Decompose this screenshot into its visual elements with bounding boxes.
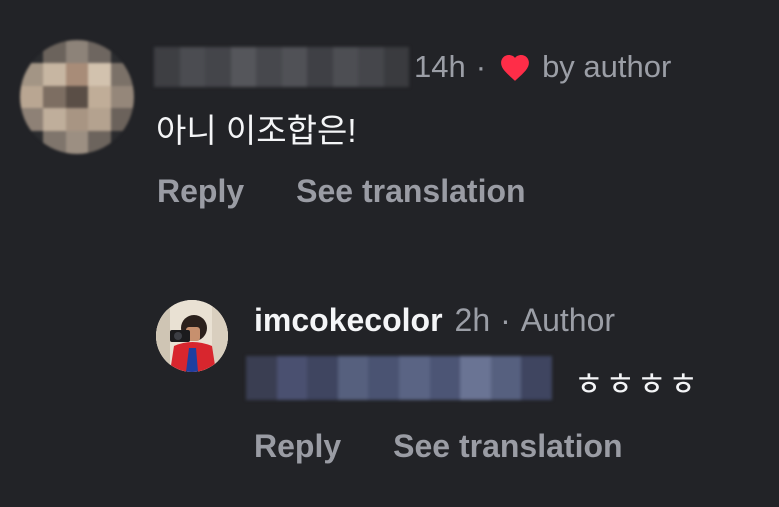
comment-meta: 14h · by author	[414, 48, 671, 86]
reply-time: 2h	[454, 302, 491, 338]
reply-username[interactable]: imcokecolor	[254, 302, 443, 339]
meta-separator: ·	[475, 49, 487, 84]
author-badge: Author	[520, 302, 616, 338]
heart-icon	[501, 55, 529, 81]
comment-actions: Reply See translation	[157, 173, 526, 210]
reply-header: imcokecolor 2h · Author	[254, 302, 615, 339]
avatar-photo	[156, 300, 228, 372]
comment-text: 아니 이조합은!	[156, 112, 357, 149]
reply-actions: Reply See translation	[254, 428, 623, 465]
commenter-username-blurred[interactable]	[154, 47, 409, 87]
reply-mention-blurred[interactable]	[246, 356, 552, 400]
reply-button[interactable]: Reply	[254, 428, 341, 465]
commenter-avatar-blurred[interactable]	[20, 40, 134, 154]
avatar[interactable]	[156, 300, 228, 372]
reply-button[interactable]: Reply	[157, 173, 244, 210]
see-translation-button[interactable]: See translation	[296, 173, 525, 210]
liked-by-author-label: by author	[542, 49, 672, 84]
meta-separator: ·	[500, 302, 511, 338]
comment-time: 14h	[414, 49, 466, 84]
see-translation-button[interactable]: See translation	[393, 428, 622, 465]
reply-text: ㅎㅎㅎㅎ	[574, 366, 700, 402]
